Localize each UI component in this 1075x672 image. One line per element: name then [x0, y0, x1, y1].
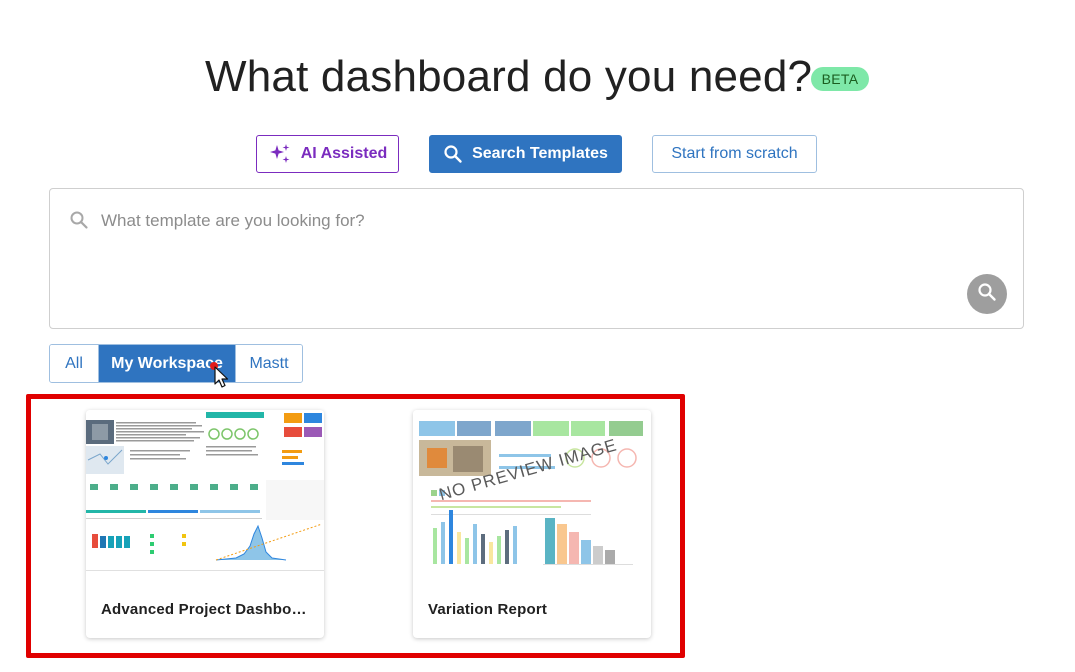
template-title: Variation Report — [428, 601, 548, 618]
search-icon — [977, 282, 997, 307]
template-title: Advanced Project Dashboa… — [101, 601, 311, 618]
template-search-input[interactable] — [101, 208, 981, 234]
search-icon — [69, 210, 89, 235]
search-icon — [443, 144, 463, 164]
filter-tab-mastt[interactable]: Mastt — [236, 345, 302, 382]
filter-tabs: All My Workspace Mastt — [49, 344, 303, 383]
ai-assisted-button[interactable]: AI Assisted — [256, 135, 399, 173]
ai-assisted-label: AI Assisted — [300, 145, 388, 162]
page-title: What dashboard do you need? — [205, 52, 813, 101]
search-submit-button[interactable] — [967, 274, 1007, 314]
template-preview-image: NO PREVIEW IMAGE — [413, 410, 651, 578]
template-preview-image — [86, 410, 324, 578]
template-card[interactable]: Advanced Project Dashboa… — [86, 410, 324, 638]
search-templates-button[interactable]: Search Templates — [429, 135, 622, 173]
sparkles-icon — [268, 142, 292, 166]
filter-tab-all[interactable]: All — [50, 345, 99, 382]
mouse-cursor-icon — [210, 362, 230, 393]
search-templates-label: Search Templates — [472, 145, 608, 162]
start-from-scratch-label: Start from scratch — [671, 145, 798, 162]
start-from-scratch-button[interactable]: Start from scratch — [652, 135, 817, 173]
beta-badge: BETA — [811, 67, 869, 91]
template-card[interactable]: NO PREVIEW IMAGE Variation Report — [413, 410, 651, 638]
title-row: What dashboard do you need? BETA — [0, 52, 1075, 108]
template-search-box — [49, 188, 1024, 329]
